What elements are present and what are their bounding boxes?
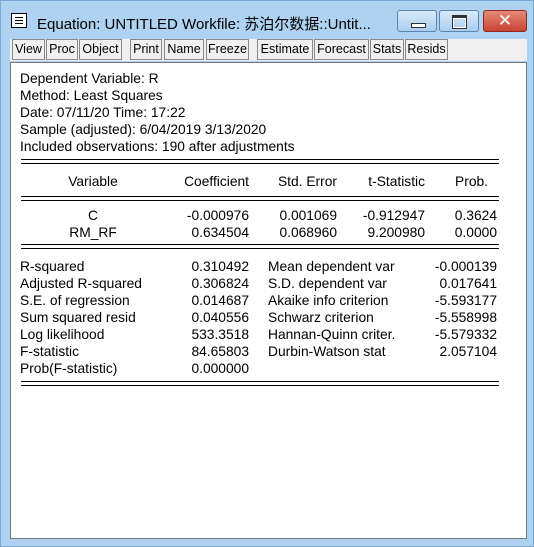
column-header-std-error: Std. Error (277, 174, 337, 189)
rule (21, 163, 499, 164)
minimize-icon (411, 23, 426, 28)
forecast-button[interactable]: Forecast (314, 39, 369, 60)
rule (21, 381, 499, 382)
dependent-variable: Dependent Variable: R (20, 71, 159, 86)
included-observations: Included observations: 190 after adjustm… (20, 139, 295, 154)
print-button[interactable]: Print (130, 39, 162, 60)
method: Method: Least Squares (20, 88, 163, 103)
stat-label: F-statistic (20, 344, 80, 359)
rule (21, 385, 499, 386)
equation-window: Equation: UNTITLED Workfile: 苏泊尔数据::Unti… (0, 0, 534, 547)
close-icon: ✕ (497, 11, 513, 31)
variable-name: C (88, 208, 98, 223)
rule (21, 200, 499, 201)
window-title: Equation: UNTITLED Workfile: 苏泊尔数据::Unti… (37, 16, 371, 33)
std-error-value: 0.001069 (279, 208, 337, 223)
column-header-t-statistic: t-Statistic (368, 174, 425, 189)
stat-label: Akaike info criterion (268, 293, 389, 308)
date-time: Date: 07/11/20 Time: 17:22 (20, 105, 186, 120)
stat-label: Log likelihood (20, 327, 105, 342)
column-header-variable: Variable (68, 174, 118, 189)
t-statistic-value: -0.912947 (362, 208, 425, 223)
rule (21, 196, 499, 197)
output-panel[interactable]: Dependent Variable: R Method: Least Squa… (10, 62, 527, 539)
stat-value: 2.057104 (439, 344, 497, 359)
close-button[interactable]: ✕ (483, 10, 527, 32)
maximize-button[interactable] (439, 10, 479, 32)
stat-value: 0.310492 (191, 259, 249, 274)
column-header-prob: Prob. (455, 174, 488, 189)
rule (21, 248, 499, 249)
proc-button[interactable]: Proc (46, 39, 78, 60)
column-header-coefficient: Coefficient (184, 174, 249, 189)
t-statistic-value: 9.200980 (367, 225, 425, 240)
stat-value: 0.000000 (191, 361, 249, 376)
stat-value: -5.593177 (434, 293, 497, 308)
stats-button[interactable]: Stats (370, 39, 404, 60)
stat-label: Adjusted R-squared (20, 276, 142, 291)
stat-value: -5.579332 (434, 327, 497, 342)
prob-value: 0.0000 (454, 225, 497, 240)
stat-value: -0.000139 (434, 259, 497, 274)
stat-label: S.E. of regression (20, 293, 130, 308)
name-button[interactable]: Name (164, 39, 204, 60)
stat-value: 533.3518 (191, 327, 249, 342)
view-button[interactable]: View (12, 39, 45, 60)
stat-value: 0.017641 (439, 276, 497, 291)
std-error-value: 0.068960 (279, 225, 337, 240)
toolbar: View Proc Object Print Name Freeze Estim… (10, 39, 527, 61)
minimize-button[interactable] (397, 10, 437, 32)
stat-label: S.D. dependent var (268, 276, 387, 291)
stat-label: Durbin-Watson stat (268, 344, 386, 359)
stat-label: Sum squared resid (20, 310, 136, 325)
title-bar[interactable]: Equation: UNTITLED Workfile: 苏泊尔数据::Unti… (1, 1, 533, 39)
stat-value: 0.014687 (191, 293, 249, 308)
stat-label: Schwarz criterion (268, 310, 374, 325)
rule (21, 244, 499, 245)
stat-label: Hannan-Quinn criter. (268, 327, 396, 342)
stat-value: 0.040556 (191, 310, 249, 325)
maximize-icon (452, 15, 467, 29)
coefficient-value: 0.634504 (191, 225, 249, 240)
sample: Sample (adjusted): 6/04/2019 3/13/2020 (20, 122, 267, 137)
stat-value: 84.65803 (191, 344, 249, 359)
object-button[interactable]: Object (79, 39, 122, 60)
stat-label: Prob(F-statistic) (20, 361, 118, 376)
prob-value: 0.3624 (454, 208, 497, 223)
coefficient-value: -0.000976 (186, 208, 249, 223)
freeze-button[interactable]: Freeze (206, 39, 249, 60)
equation-icon[interactable] (11, 13, 27, 28)
stat-value: 0.306824 (191, 276, 249, 291)
rule (21, 159, 499, 160)
stat-label: Mean dependent var (268, 259, 395, 274)
stat-value: -5.558998 (434, 310, 497, 325)
estimate-button[interactable]: Estimate (257, 39, 313, 60)
variable-name: RM_RF (69, 225, 117, 240)
stat-label: R-squared (20, 259, 85, 274)
resids-button[interactable]: Resids (405, 39, 448, 60)
